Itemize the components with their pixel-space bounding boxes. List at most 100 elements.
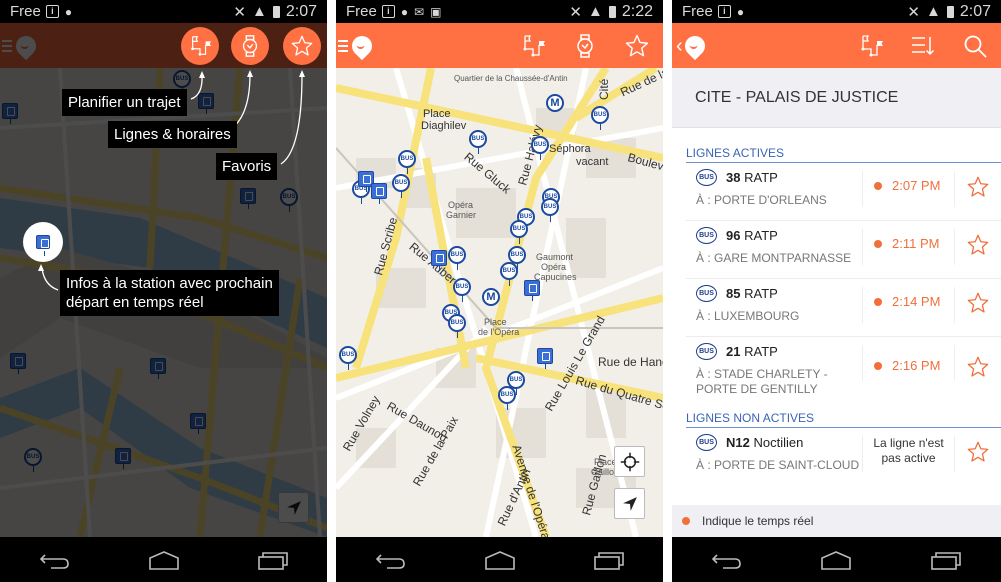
bus-marker[interactable]: BUS bbox=[448, 314, 466, 338]
wifi-icon: ▲ bbox=[588, 3, 603, 20]
bus-marker[interactable]: BUS bbox=[541, 198, 559, 222]
mute-icon: ✕ bbox=[907, 3, 920, 21]
app-logo-icon[interactable] bbox=[680, 31, 709, 60]
notification-info-icon: i bbox=[717, 5, 731, 18]
bus-marker[interactable]: BUS bbox=[398, 150, 416, 174]
line-number: 85 bbox=[726, 286, 741, 301]
favorite-star-icon[interactable] bbox=[966, 175, 990, 199]
bus-marker[interactable]: BUS bbox=[392, 174, 410, 198]
favorite-star-icon[interactable] bbox=[966, 233, 990, 257]
favorite-star-icon[interactable] bbox=[966, 440, 990, 464]
recents-icon[interactable] bbox=[930, 549, 962, 571]
bus-marker[interactable]: BUS bbox=[448, 246, 466, 270]
departure-time: 2:11 PM bbox=[892, 236, 940, 251]
notification-app-icon: ● bbox=[400, 4, 409, 19]
notification-app-icon: ● bbox=[64, 4, 73, 19]
sort-button[interactable] bbox=[897, 23, 949, 68]
home-icon[interactable] bbox=[484, 549, 516, 571]
divider bbox=[954, 345, 955, 381]
route-planner-button[interactable] bbox=[845, 23, 897, 68]
back-icon[interactable] bbox=[39, 549, 71, 571]
image-icon: ▣ bbox=[430, 4, 442, 19]
divider bbox=[954, 287, 955, 323]
lines-schedules-button[interactable] bbox=[559, 23, 611, 68]
battery-icon bbox=[608, 5, 616, 18]
back-icon[interactable] bbox=[711, 549, 743, 571]
bus-marker[interactable]: BUS bbox=[531, 136, 549, 160]
line-operator: RATP bbox=[744, 344, 778, 359]
line-row[interactable]: BUS 96 RATP À : GARE MONTPARNASSE 2:11 P… bbox=[686, 221, 1001, 279]
bus-marker[interactable]: BUS bbox=[591, 106, 609, 130]
home-icon[interactable] bbox=[148, 549, 180, 571]
route-planner-button[interactable] bbox=[181, 27, 219, 65]
bus-stop-icon bbox=[36, 235, 50, 256]
tooltip-station-info-line2: départ en temps réel bbox=[66, 294, 204, 311]
battery-icon bbox=[272, 5, 280, 18]
menu-icon[interactable] bbox=[338, 39, 348, 52]
next-departure: 2:16 PM bbox=[874, 358, 940, 373]
bus-stop-marker[interactable] bbox=[371, 183, 387, 204]
back-icon[interactable] bbox=[375, 549, 407, 571]
app-logo-icon[interactable] bbox=[347, 31, 377, 60]
back-chevron-icon[interactable]: ‹ bbox=[676, 36, 683, 56]
center-map-button[interactable] bbox=[614, 446, 645, 477]
metro-marker[interactable]: M bbox=[482, 288, 500, 306]
line-row[interactable]: BUS 21 RATP À : STADE CHARLETY - PORTE D… bbox=[686, 337, 1001, 405]
carrier-name: Free bbox=[10, 3, 41, 20]
line-destination: À : PORTE D'ORLEANS bbox=[696, 193, 827, 207]
bus-stop-marker[interactable] bbox=[524, 280, 540, 301]
bus-stop-marker[interactable] bbox=[431, 250, 447, 271]
realtime-dot-icon bbox=[874, 181, 882, 190]
bus-marker[interactable]: BUS bbox=[500, 262, 518, 286]
realtime-dot-icon bbox=[874, 239, 882, 248]
bus-stop-marker[interactable] bbox=[537, 348, 553, 369]
bus-marker[interactable]: BUS bbox=[453, 278, 471, 302]
line-label: N12 Noctilien bbox=[726, 435, 803, 450]
map-label: Place bbox=[484, 317, 507, 327]
divider bbox=[954, 229, 955, 265]
map-label: Séphora bbox=[549, 143, 591, 155]
wifi-icon: ▲ bbox=[252, 3, 267, 20]
route-planner-button[interactable] bbox=[507, 23, 559, 68]
recents-icon[interactable] bbox=[257, 549, 289, 571]
search-button[interactable] bbox=[949, 23, 1001, 68]
line-operator: RATP bbox=[744, 170, 778, 185]
tooltip-lines-schedules: Lignes & horaires bbox=[108, 121, 237, 148]
bus-marker[interactable]: BUS bbox=[469, 130, 487, 154]
bus-marker[interactable]: BUS bbox=[510, 220, 528, 244]
favorite-star-icon[interactable] bbox=[966, 291, 990, 315]
clock: 2:22 bbox=[621, 2, 653, 20]
my-location-button[interactable] bbox=[614, 488, 645, 519]
departure-time: 2:07 PM bbox=[892, 178, 941, 193]
app-bar bbox=[336, 23, 663, 68]
favorite-star-icon[interactable] bbox=[966, 355, 990, 379]
line-label: 96 RATP bbox=[726, 228, 778, 243]
gmail-icon: ✉ bbox=[414, 4, 425, 19]
line-label: 21 RATP bbox=[726, 344, 778, 359]
carrier-name: Free bbox=[346, 3, 377, 20]
station-highlight[interactable] bbox=[23, 222, 63, 262]
map-label: Place bbox=[423, 108, 451, 120]
line-row[interactable]: BUS N12 Noctilien À : PORTE DE SAINT-CLO… bbox=[686, 428, 1001, 486]
tooltip-plan-trip: Planifier un trajet bbox=[62, 89, 187, 116]
nav-bar bbox=[336, 537, 663, 582]
home-icon[interactable] bbox=[820, 549, 852, 571]
metro-marker[interactable]: M bbox=[546, 94, 564, 112]
line-row[interactable]: BUS 85 RATP À : LUXEMBOURG 2:14 PM bbox=[686, 279, 1001, 337]
line-row[interactable]: BUS 38 RATP À : PORTE D'ORLEANS 2:07 PM bbox=[686, 163, 1001, 221]
map-label: Opéra bbox=[448, 200, 474, 210]
recents-icon[interactable] bbox=[593, 549, 625, 571]
mute-icon: ✕ bbox=[233, 3, 246, 21]
bus-badge-icon: BUS bbox=[696, 285, 717, 302]
map-label: Gaumont bbox=[536, 252, 574, 262]
departure-time: 2:14 PM bbox=[892, 294, 941, 309]
favorites-button[interactable] bbox=[283, 27, 321, 65]
lines-schedules-button[interactable] bbox=[231, 27, 269, 65]
favorites-button[interactable] bbox=[611, 23, 663, 68]
line-number: 21 bbox=[726, 344, 741, 359]
line-label: 38 RATP bbox=[726, 170, 778, 185]
bus-marker[interactable]: BUS bbox=[498, 386, 516, 410]
bus-marker[interactable]: BUS bbox=[339, 346, 357, 370]
mute-icon: ✕ bbox=[569, 3, 582, 21]
map-view[interactable]: Quartier de la Chaussée-d'Antin Place Di… bbox=[336, 68, 663, 537]
